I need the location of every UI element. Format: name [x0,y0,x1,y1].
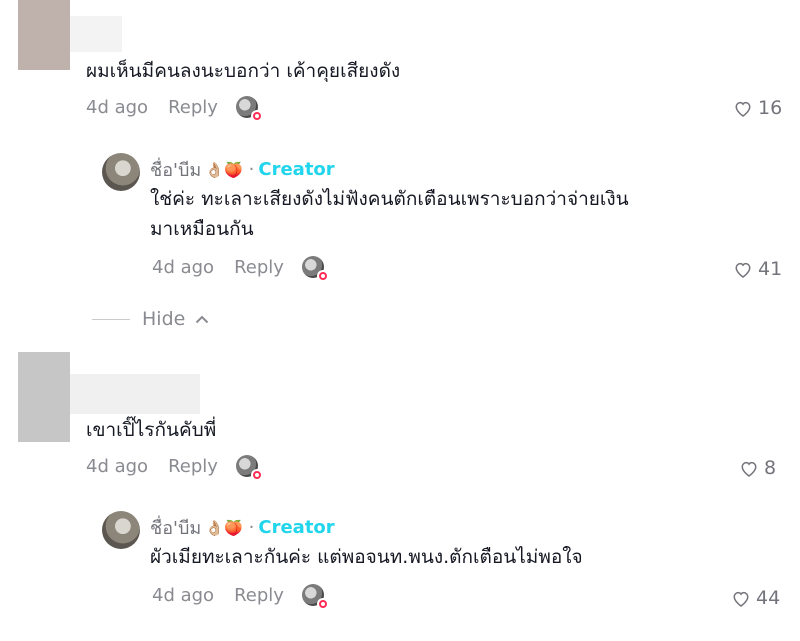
like-button[interactable]: 8 [740,457,776,479]
reply-time: 4d ago [152,584,215,606]
redacted-avatar-2[interactable] [18,352,70,442]
comment-meta: 4d ago Reply [86,96,263,122]
creator-username[interactable]: ชื่อ'บีม [150,513,201,542]
creator-name-row: ชื่อ'บีม 👌🏼🍑 · Creator [150,513,335,542]
hide-replies-button[interactable]: Hide [92,308,209,330]
reply-text-line-1: ใช่ค่ะ ทะเลาะเสียงดังไม่ฟังคนตักเตือนเพร… [150,188,629,210]
like-count: 41 [758,258,783,280]
comment-time: 4d ago [86,96,149,118]
like-count: 44 [756,587,781,609]
redacted-avatar-1[interactable] [18,0,70,70]
reply-meta: 4d ago Reply [152,256,329,282]
username-emoji: 👌🏼🍑 [205,518,243,537]
like-button[interactable]: 41 [734,258,782,280]
divider-line [92,318,130,320]
heart-outline-icon [733,591,749,607]
reply-button[interactable]: Reply [234,585,284,606]
redacted-username-2 [70,374,200,414]
heart-outline-icon [735,101,751,117]
heart-outline-icon [741,461,757,477]
like-count: 8 [764,457,777,479]
creator-badge: Creator [258,517,335,538]
creator-avatar[interactable] [102,511,140,549]
like-button[interactable]: 44 [732,587,780,609]
comment-time: 4d ago [86,455,149,477]
heart-badge-icon [250,110,263,122]
like-count: 16 [758,97,783,119]
reply-meta: 4d ago Reply [152,584,329,610]
separator-dot: · [248,159,255,180]
creator-liked-avatar-icon [235,455,263,481]
creator-badge: Creator [258,159,335,180]
creator-username[interactable]: ชื่อ'บีม [150,155,201,184]
separator-dot: · [248,517,255,538]
reply-text-line-2: มาเหมือนกัน [150,218,254,240]
comment-text: ผมเห็นมีคนลงนะบอกว่า เค้าคุยเสียงดัง [86,60,401,82]
username-emoji: 👌🏼🍑 [205,160,243,179]
comment-text: เขาเปิ๊ไรกันคับพี่ [86,419,217,441]
creator-liked-avatar-icon [235,96,263,122]
heart-outline-icon [735,262,751,278]
creator-liked-avatar-icon [301,256,329,282]
heart-badge-icon [250,469,263,481]
like-button[interactable]: 16 [734,97,782,119]
heart-badge-icon [316,270,329,282]
reply-text-line-1: ผัวเมียทะเลาะกันค่ะ แต่พอจนท.พนง.ตักเตือ… [150,546,583,568]
reply-button[interactable]: Reply [234,257,284,278]
reply-button[interactable]: Reply [168,97,218,118]
chevron-up-icon [196,315,209,323]
hide-label: Hide [142,308,186,330]
creator-liked-avatar-icon [301,584,329,610]
reply-button[interactable]: Reply [168,456,218,477]
creator-name-row: ชื่อ'บีม 👌🏼🍑 · Creator [150,155,335,184]
comment-meta: 4d ago Reply [86,455,263,481]
reply-time: 4d ago [152,256,215,278]
heart-badge-icon [316,598,329,610]
creator-avatar[interactable] [102,153,140,191]
redacted-username-1 [70,16,122,52]
